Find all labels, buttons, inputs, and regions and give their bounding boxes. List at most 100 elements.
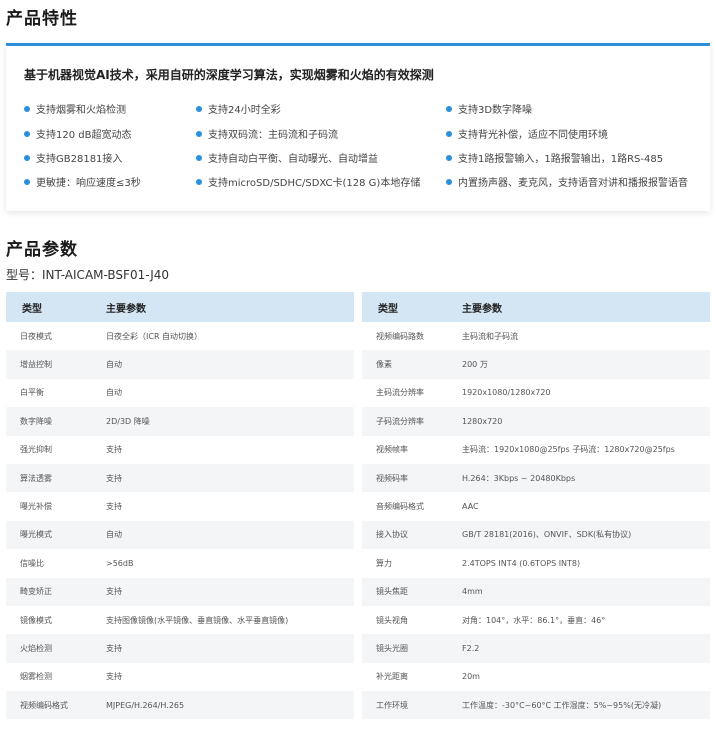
cell-param: 主码流：1920x1080@25fps 子码流：1280x720@25fps bbox=[462, 445, 675, 455]
table-row: 算力 2.4TOPS INT4 (0.6TOPS INT8) bbox=[362, 549, 710, 577]
cell-param: 2.4TOPS INT4 (0.6TOPS INT8) bbox=[462, 558, 581, 568]
params-table-left: 类型 主要参数 日夜模式 日夜全彩（ICR 自动切换） 增益控制 自动 白平衡 自动 数字降… bbox=[6, 292, 354, 720]
table-row: 音频编码格式 AAC bbox=[362, 492, 710, 520]
cell-param: F2.2 bbox=[462, 643, 480, 653]
bullet-dot-icon bbox=[446, 178, 452, 185]
cell-param: 自动 bbox=[106, 360, 122, 370]
feature-item: 支持背光补偿，适应不同使用环境 bbox=[446, 126, 608, 141]
cell-param: 支持 bbox=[106, 445, 122, 455]
cell-type: 白平衡 bbox=[20, 388, 44, 398]
cell-type: 曝光模式 bbox=[20, 530, 52, 540]
cell-param: 主码流和子码流 bbox=[462, 331, 518, 341]
cell-param: 200 万 bbox=[462, 360, 488, 370]
cell-type: 增益控制 bbox=[20, 360, 52, 370]
cell-param: H.264：3Kbps ~ 20480Kbps bbox=[462, 473, 576, 483]
table-row: 视频码率 H.264：3Kbps ~ 20480Kbps bbox=[362, 463, 710, 493]
cell-type: 补光距离 bbox=[376, 672, 408, 682]
table-row: 补光距离 20m bbox=[362, 663, 710, 691]
cell-param: 1280x720 bbox=[462, 416, 503, 426]
table-row: 火焰检测 支持 bbox=[6, 634, 354, 663]
cell-param: >56dB bbox=[106, 558, 134, 568]
features-headline: 基于机器视觉AI技术，采用自研的深度学习算法，实现烟雾和火焰的有效探测 bbox=[24, 68, 434, 82]
cell-type: 畸变矫正 bbox=[20, 587, 52, 597]
table-row: 烟雾检测 支持 bbox=[6, 663, 354, 691]
cell-param: AAC bbox=[462, 502, 479, 512]
cell-type: 数字降噪 bbox=[20, 416, 52, 426]
cell-type: 算力 bbox=[376, 558, 392, 568]
cell-param: 自动 bbox=[106, 388, 122, 398]
feature-item: 支持自动白平衡、自动曝光、自动增益 bbox=[196, 150, 378, 165]
table-row: 像素 200 万 bbox=[362, 350, 710, 379]
bullet-dot-icon bbox=[446, 130, 452, 137]
table-header: 类型 主要参数 bbox=[362, 292, 710, 322]
params-section-title: 产品参数 bbox=[6, 240, 78, 260]
table-row: 强光抑制 支持 bbox=[6, 436, 354, 464]
table-row: 主码流分辨率 1920x1080/1280x720 bbox=[362, 379, 710, 407]
cell-type: 视频编码路数 bbox=[376, 331, 424, 341]
feature-item: 支持烟雾和火焰检测 bbox=[24, 101, 126, 116]
table-header: 类型 主要参数 bbox=[6, 292, 354, 322]
cell-type: 信噪比 bbox=[20, 558, 44, 568]
feature-item: 支持24小时全彩 bbox=[196, 101, 281, 116]
table-row: 镜像模式 支持图像镜像(水平镜像、垂直镜像、水平垂直镜像) bbox=[6, 606, 354, 634]
cell-type: 视频码率 bbox=[376, 473, 408, 483]
table-row: 工作环境 工作温度：-30°C~60°C 工作湿度：5%~95%(无冷凝) bbox=[362, 691, 710, 720]
bullet-dot-icon bbox=[24, 130, 30, 137]
cell-param: 日夜全彩（ICR 自动切换） bbox=[106, 331, 203, 341]
bullet-dot-icon bbox=[24, 154, 30, 161]
cell-type: 火焰检测 bbox=[20, 643, 52, 653]
cell-type: 视频编码格式 bbox=[20, 700, 68, 710]
cell-type: 音频编码格式 bbox=[376, 502, 424, 512]
cell-type: 算法透雾 bbox=[20, 473, 52, 483]
cell-type: 像素 bbox=[376, 360, 392, 370]
cell-type: 子码流分辨率 bbox=[376, 416, 424, 426]
cell-param: GB/T 28181(2016)、ONVIF、SDK(私有协议) bbox=[462, 530, 632, 540]
cell-type: 日夜模式 bbox=[20, 331, 52, 341]
cell-type: 镜头焦距 bbox=[376, 587, 408, 597]
bullet-dot-icon bbox=[446, 154, 452, 161]
feature-item: 支持GB28181接入 bbox=[24, 150, 122, 165]
feature-item: 支持3D数字降噪 bbox=[446, 101, 532, 116]
cell-type: 工作环境 bbox=[376, 700, 408, 710]
cell-param: 工作温度：-30°C~60°C 工作湿度：5%~95%(无冷凝) bbox=[462, 700, 662, 710]
cell-param: 20m bbox=[462, 672, 480, 682]
feature-item: 支持双码流：主码流和子码流 bbox=[196, 126, 338, 141]
cell-param: 对角：104°，水平：86.1°，垂直：46° bbox=[462, 615, 606, 625]
bullet-dot-icon bbox=[196, 130, 202, 137]
cell-type: 接入协议 bbox=[376, 530, 408, 540]
table-row: 日夜模式 日夜全彩（ICR 自动切换） bbox=[6, 322, 354, 350]
bullet-dot-icon bbox=[446, 105, 452, 112]
features-card: 基于机器视觉AI技术，采用自研的深度学习算法，实现烟雾和火焰的有效探测 支持烟雾… bbox=[6, 43, 710, 211]
header-type: 类型 bbox=[378, 303, 398, 315]
table-row: 畸变矫正 支持 bbox=[6, 577, 354, 606]
cell-type: 视频帧率 bbox=[376, 445, 408, 455]
table-row: 镜头视角 对角：104°，水平：86.1°，垂直：46° bbox=[362, 606, 710, 634]
bullet-dot-icon bbox=[196, 178, 202, 185]
table-row: 视频帧率 主码流：1920x1080@25fps 子码流：1280x720@25f… bbox=[362, 436, 710, 464]
cell-type: 镜像模式 bbox=[20, 615, 52, 625]
table-row: 数字降噪 2D/3D 降噪 bbox=[6, 407, 354, 436]
table-row: 子码流分辨率 1280x720 bbox=[362, 407, 710, 436]
cell-type: 强光抑制 bbox=[20, 445, 52, 455]
feature-item: 内置扬声器、麦克风，支持语音对讲和播报报警语音 bbox=[446, 174, 688, 189]
cell-param: 2D/3D 降噪 bbox=[106, 416, 150, 426]
cell-param: 支持 bbox=[106, 587, 122, 597]
table-row: 曝光模式 自动 bbox=[6, 520, 354, 550]
cell-param: 自动 bbox=[106, 530, 122, 540]
feature-item: 支持microSD/SDHC/SDXC卡(128 G)本地存储 bbox=[196, 174, 420, 189]
model-number: 型号：INT-AICAM-BSF01-J40 bbox=[6, 268, 170, 282]
table-row: 视频编码格式 MJPEG/H.264/H.265 bbox=[6, 691, 354, 720]
cell-param: 支持 bbox=[106, 502, 122, 512]
table-row: 接入协议 GB/T 28181(2016)、ONVIF、SDK(私有协议) bbox=[362, 520, 710, 550]
cell-type: 主码流分辨率 bbox=[376, 388, 424, 398]
cell-param: 支持图像镜像(水平镜像、垂直镜像、水平垂直镜像) bbox=[106, 615, 289, 625]
cell-param: MJPEG/H.264/H.265 bbox=[106, 700, 185, 710]
header-param: 主要参数 bbox=[106, 303, 146, 315]
cell-type: 曝光补偿 bbox=[20, 502, 52, 512]
table-row: 镜头焦距 4mm bbox=[362, 577, 710, 606]
header-param: 主要参数 bbox=[462, 303, 502, 315]
cell-param: 支持 bbox=[106, 473, 122, 483]
feature-item: 更敏捷：响应速度≤3秒 bbox=[24, 174, 141, 189]
cell-type: 烟雾检测 bbox=[20, 672, 52, 682]
bullet-dot-icon bbox=[196, 154, 202, 161]
